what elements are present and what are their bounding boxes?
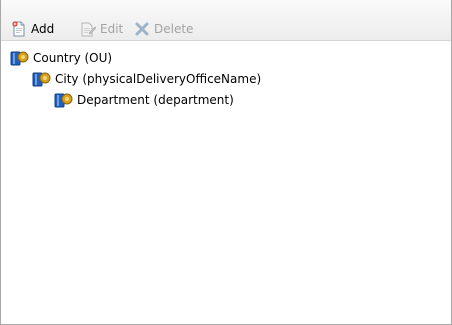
edit-button[interactable]: Edit [80, 21, 123, 37]
edit-label: Edit [100, 22, 124, 36]
add-button[interactable]: Add [11, 21, 54, 37]
ou-book-icon [10, 49, 32, 67]
edit-document-icon [80, 21, 97, 37]
delete-label: Delete [154, 22, 194, 36]
ou-book-icon [54, 91, 76, 109]
hierarchy-panel: Add Edit Delete Country (OU) City (physi… [0, 0, 452, 325]
add-document-icon [11, 21, 27, 37]
tree-node-department[interactable]: Department (department) [54, 90, 234, 110]
tree-node-city[interactable]: City (physicalDeliveryOfficeName) [32, 69, 261, 89]
add-label: Add [31, 22, 55, 36]
ou-book-icon [32, 70, 54, 88]
tree-node-label: Department (department) [77, 93, 234, 107]
tree-node-country[interactable]: Country (OU) [10, 48, 112, 68]
tree-node-label: City (physicalDeliveryOfficeName) [55, 72, 262, 86]
delete-button[interactable]: Delete [134, 21, 193, 37]
tree-node-label: Country (OU) [33, 51, 113, 65]
toolbar: Add Edit Delete [1, 0, 451, 41]
delete-x-icon [134, 21, 150, 37]
